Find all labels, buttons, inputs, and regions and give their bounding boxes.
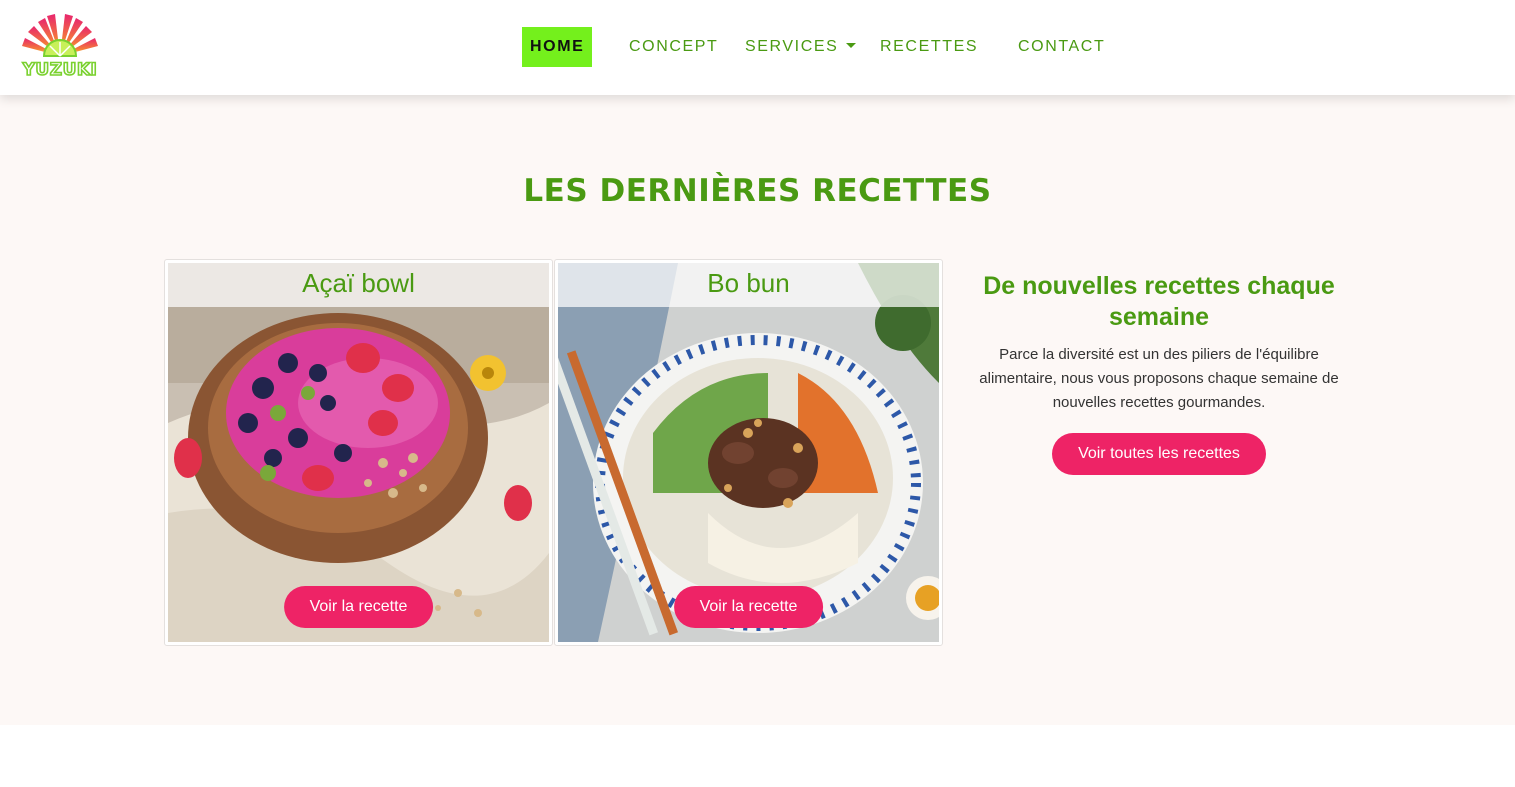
nav-contact[interactable]: CONTACT [1018,27,1105,67]
nav-recettes[interactable]: RECETTES [880,27,978,67]
promo-title: De nouvelles recettes chaque semaine [983,272,1335,331]
recipe-card-title: Açaï bowl [168,263,549,307]
latest-recipes-section: LES DERNIÈRES RECETTES Açaï bowl Voir la… [0,95,1515,725]
nav-concept[interactable]: CONCEPT [629,27,718,67]
section-title: LES DERNIÈRES RECETTES [523,173,992,209]
nav-services-label: SERVICES [745,38,839,55]
caret-down-icon [846,42,857,48]
recipe-card-acai: Açaï bowl Voir la recette [164,259,553,646]
all-recipes-button[interactable]: Voir toutes les recettes [1052,433,1266,475]
site-header: YUZUKI HOME CONCEPT SERVICES RECETTES CO… [0,0,1515,95]
view-recipe-button[interactable]: Voir la recette [673,586,824,628]
recipe-card-bobun: Bo bun Voir la recette [554,259,943,646]
recipe-card-title: Bo bun [558,263,939,307]
nav-services[interactable]: SERVICES [745,27,857,67]
bo-bun-photo: Bo bun Voir la recette [558,263,939,642]
weekly-recipes-promo: De nouvelles recettes chaque semaine Par… [973,271,1345,475]
promo-text: Parce la diversité est un des piliers de… [979,346,1339,411]
main-nav: HOME CONCEPT SERVICES RECETTES CONTACT [0,27,1515,67]
view-recipe-button[interactable]: Voir la recette [283,586,434,628]
acai-bowl-photo: Açaï bowl Voir la recette [168,263,549,642]
nav-home[interactable]: HOME [522,27,593,67]
